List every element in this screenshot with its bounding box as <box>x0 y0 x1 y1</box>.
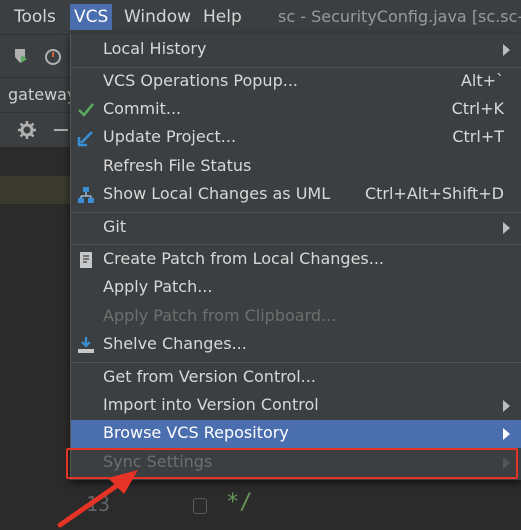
annotation-arrow-icon <box>57 470 138 528</box>
